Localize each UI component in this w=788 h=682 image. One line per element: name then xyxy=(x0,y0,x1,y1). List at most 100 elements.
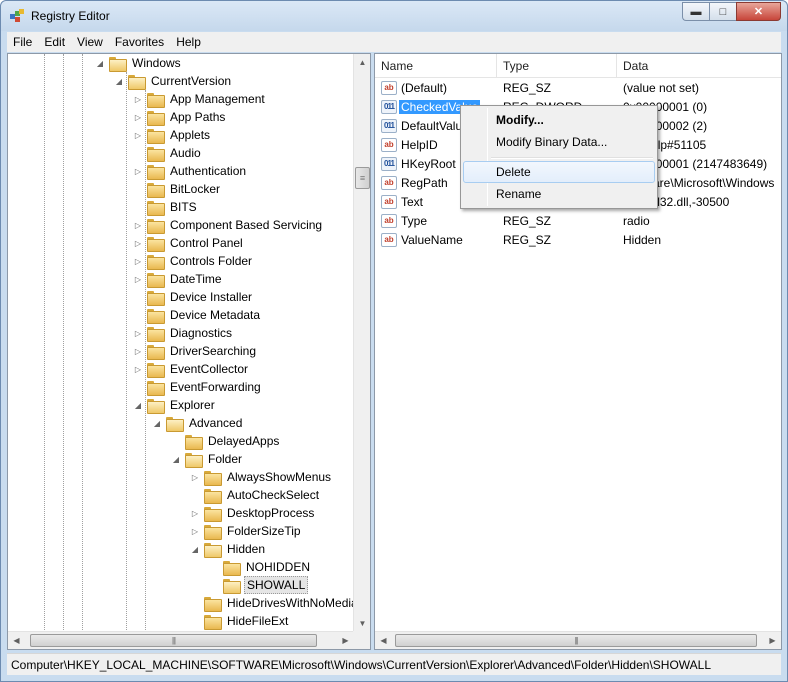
expand-arrow-icon[interactable]: ▷ xyxy=(133,234,143,252)
scroll-left-arrow-icon[interactable]: ◀ xyxy=(8,632,25,649)
expand-arrow-icon[interactable]: ▷ xyxy=(133,270,143,288)
expand-arrow-icon[interactable]: ▷ xyxy=(133,360,143,378)
tree-node[interactable]: ▷ DriverSearching xyxy=(133,342,258,360)
expand-arrow-icon[interactable]: ▷ xyxy=(133,162,143,180)
tree-node-label[interactable]: Folder xyxy=(206,451,244,467)
tree-node[interactable]: ▷ EventCollector xyxy=(133,360,250,378)
key-tree[interactable]: ◢ Windows ◢ CurrentVersion ▷ App Management ▷ A… xyxy=(8,54,354,632)
tree-node-label[interactable]: Audio xyxy=(168,145,203,161)
column-header-data[interactable]: Data xyxy=(617,54,781,78)
value-name-cell[interactable]: ab HelpID xyxy=(381,137,440,152)
tree-node-label[interactable]: Controls Folder xyxy=(168,253,254,269)
tree-node[interactable]: ▷ Diagnostics xyxy=(133,324,234,342)
tree-node[interactable]: ◢ CurrentVersion xyxy=(114,72,233,90)
scroll-right-arrow-icon[interactable]: ▶ xyxy=(337,632,354,649)
expand-arrow-icon[interactable]: ▷ xyxy=(133,342,143,360)
tree-node[interactable]: SHOWALL xyxy=(209,576,309,594)
tree-node[interactable]: ▷ Control Panel xyxy=(133,234,245,252)
expand-arrow-icon[interactable]: ▷ xyxy=(133,216,143,234)
tree-node-label[interactable]: Control Panel xyxy=(168,235,245,251)
list-horizontal-scrollbar[interactable]: ◀ ||| ▶ xyxy=(375,631,781,649)
tree-node-label[interactable]: NOHIDDEN xyxy=(244,559,312,575)
tree-node[interactable]: Audio xyxy=(133,144,203,162)
column-header-type[interactable]: Type xyxy=(497,54,617,78)
value-row[interactable]: ab Type REG_SZ radio xyxy=(375,211,781,230)
value-row[interactable]: ab ValueName REG_SZ Hidden xyxy=(375,230,781,249)
value-row[interactable]: ab (Default) REG_SZ (value not set) xyxy=(375,78,781,97)
tree-node-label[interactable]: AlwaysShowMenus xyxy=(225,469,333,485)
expand-arrow-icon[interactable]: ▷ xyxy=(133,126,143,144)
scroll-down-arrow-icon[interactable]: ▼ xyxy=(354,615,370,632)
tree-node-label[interactable]: Diagnostics xyxy=(168,325,234,341)
maximize-button[interactable]: □ xyxy=(709,2,736,21)
tree-node-label[interactable]: Advanced xyxy=(187,415,244,431)
key-tree-pane[interactable]: ◢ Windows ◢ CurrentVersion ▷ App Management ▷ A… xyxy=(7,53,371,650)
expand-arrow-icon[interactable]: ▷ xyxy=(133,108,143,126)
minimize-button[interactable]: ▬ xyxy=(682,2,709,21)
tree-node-label[interactable]: EventCollector xyxy=(168,361,250,377)
tree-node-label[interactable]: HideFileExt xyxy=(225,613,290,629)
value-name-cell[interactable]: ab (Default) xyxy=(381,80,449,95)
tree-node[interactable]: ▷ App Management xyxy=(133,90,267,108)
tree-node[interactable]: EventForwarding xyxy=(133,378,263,396)
scroll-left-arrow-icon[interactable]: ◀ xyxy=(375,632,392,649)
tree-node[interactable]: Device Installer xyxy=(133,288,254,306)
menu-help[interactable]: Help xyxy=(170,32,207,52)
scroll-up-arrow-icon[interactable]: ▲ xyxy=(354,54,370,71)
context-menu-rename[interactable]: Rename xyxy=(463,183,655,205)
tree-node[interactable]: AutoCheckSelect xyxy=(190,486,321,504)
context-menu-modify[interactable]: Modify... xyxy=(463,109,655,131)
column-header-name[interactable]: Name xyxy=(375,54,497,78)
context-menu-delete[interactable]: Delete xyxy=(463,161,655,183)
collapse-arrow-icon[interactable]: ◢ xyxy=(95,54,105,72)
tree-node-label[interactable]: Hidden xyxy=(225,541,267,557)
tree-node-label[interactable]: EventForwarding xyxy=(168,379,263,395)
context-menu-modify-binary[interactable]: Modify Binary Data... xyxy=(463,131,655,153)
tree-node-label[interactable]: App Paths xyxy=(168,109,227,125)
collapse-arrow-icon[interactable]: ◢ xyxy=(152,414,162,432)
tree-node[interactable]: ▷ Component Based Servicing xyxy=(133,216,324,234)
expand-arrow-icon[interactable]: ▷ xyxy=(190,504,200,522)
scroll-right-arrow-icon[interactable]: ▶ xyxy=(764,632,781,649)
value-name-cell[interactable]: 011 HKeyRoot xyxy=(381,156,458,171)
tree-node-label[interactable]: Component Based Servicing xyxy=(168,217,324,233)
tree-node-label[interactable]: Device Installer xyxy=(168,289,254,305)
tree-node-label[interactable]: HideDrivesWithNoMedia xyxy=(225,595,354,611)
expand-arrow-icon[interactable]: ▷ xyxy=(133,90,143,108)
tree-node[interactable]: HideFileExt xyxy=(190,612,290,630)
collapse-arrow-icon[interactable]: ◢ xyxy=(133,396,143,414)
tree-node[interactable]: ▷ Applets xyxy=(133,126,212,144)
tree-node[interactable]: Device Metadata xyxy=(133,306,262,324)
tree-node-label[interactable]: BitLocker xyxy=(168,181,222,197)
tree-node[interactable]: BITS xyxy=(133,198,199,216)
tree-hscroll-thumb[interactable]: ||| xyxy=(30,634,317,647)
tree-horizontal-scrollbar[interactable]: ◀ ||| ▶ xyxy=(8,631,354,649)
expand-arrow-icon[interactable]: ▷ xyxy=(190,468,200,486)
tree-node[interactable]: ◢ Windows xyxy=(95,54,183,72)
tree-node-label[interactable]: DateTime xyxy=(168,271,224,287)
expand-arrow-icon[interactable]: ▷ xyxy=(133,324,143,342)
tree-node-label[interactable]: CurrentVersion xyxy=(149,73,233,89)
tree-scroll-thumb[interactable]: ≡ xyxy=(355,167,370,189)
tree-vertical-scrollbar[interactable]: ▲ ≡ ▼ xyxy=(353,54,370,632)
tree-node[interactable]: DelayedApps xyxy=(171,432,281,450)
tree-node-label[interactable]: Applets xyxy=(168,127,212,143)
menu-edit[interactable]: Edit xyxy=(38,32,71,52)
tree-node-label[interactable]: DelayedApps xyxy=(206,433,281,449)
tree-node-label[interactable]: App Management xyxy=(168,91,267,107)
close-button[interactable]: ✕ xyxy=(736,2,781,21)
tree-node-label[interactable]: Authentication xyxy=(168,163,248,179)
tree-node[interactable]: ▷ App Paths xyxy=(133,108,227,126)
tree-node[interactable]: HideDrivesWithNoMedia xyxy=(190,594,354,612)
tree-node-label[interactable]: FolderSizeTip xyxy=(225,523,303,539)
collapse-arrow-icon[interactable]: ◢ xyxy=(114,72,124,90)
tree-node[interactable]: ◢ Hidden xyxy=(190,540,267,558)
menu-view[interactable]: View xyxy=(71,32,109,52)
tree-node[interactable]: ◢ Explorer xyxy=(133,396,217,414)
value-name-cell[interactable]: 011 DefaultValue xyxy=(381,118,471,133)
tree-node-label[interactable]: DesktopProcess xyxy=(225,505,316,521)
tree-node-label[interactable]: Windows xyxy=(130,55,183,71)
value-name-cell[interactable]: ab RegPath xyxy=(381,175,450,190)
tree-node[interactable]: ◢ Advanced xyxy=(152,414,244,432)
value-name-cell[interactable]: ab ValueName xyxy=(381,232,465,247)
